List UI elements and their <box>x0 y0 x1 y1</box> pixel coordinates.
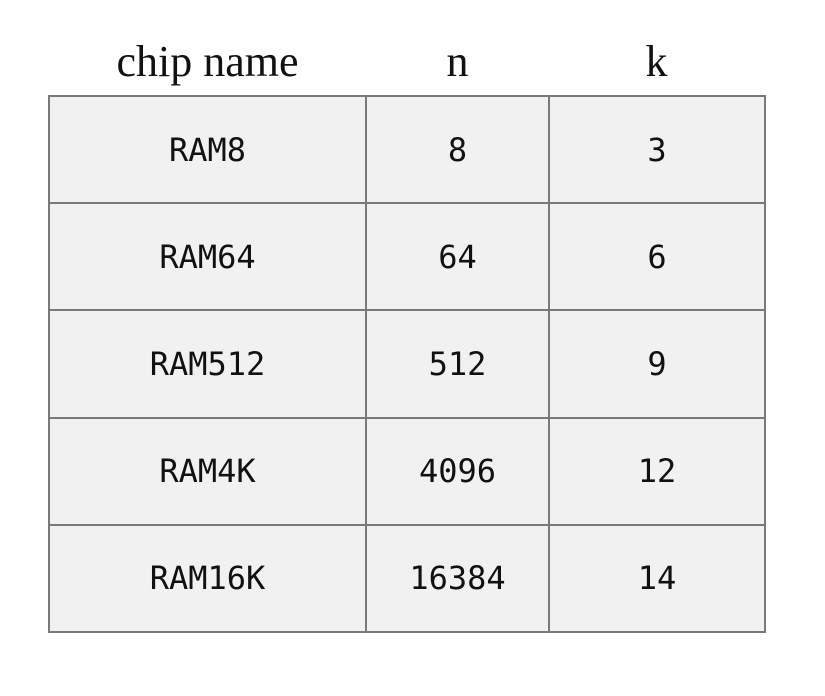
table-row: RAM512 512 9 <box>48 309 766 419</box>
cell-chip-name: RAM8 <box>48 94 367 205</box>
cell-n: 512 <box>365 309 550 419</box>
cell-n: 16384 <box>365 523 550 634</box>
header-chip-name: chip name <box>116 36 299 86</box>
table-row: RAM8 8 3 <box>48 94 766 205</box>
header-k: k <box>645 36 668 86</box>
cell-n: 64 <box>365 202 550 312</box>
cell-k: 12 <box>548 416 766 526</box>
cell-k: 6 <box>548 202 766 312</box>
cell-k: 9 <box>548 309 766 419</box>
table-row: RAM16K 16384 14 <box>48 523 766 634</box>
cell-chip-name: RAM4K <box>48 416 367 526</box>
cell-n: 4096 <box>365 416 550 526</box>
cell-chip-name: RAM16K <box>48 523 367 634</box>
chip-table: RAM8 8 3 RAM64 64 6 RAM512 512 9 RAM4K 4… <box>48 94 766 634</box>
cell-k: 14 <box>548 523 766 634</box>
cell-chip-name: RAM512 <box>48 309 367 419</box>
header-n: n <box>446 36 469 86</box>
table-row: RAM4K 4096 12 <box>48 416 766 526</box>
cell-chip-name: RAM64 <box>48 202 367 312</box>
cell-k: 3 <box>548 94 766 205</box>
cell-n: 8 <box>365 94 550 205</box>
table-header: chip name n k <box>49 28 764 94</box>
table-row: RAM64 64 6 <box>48 202 766 312</box>
